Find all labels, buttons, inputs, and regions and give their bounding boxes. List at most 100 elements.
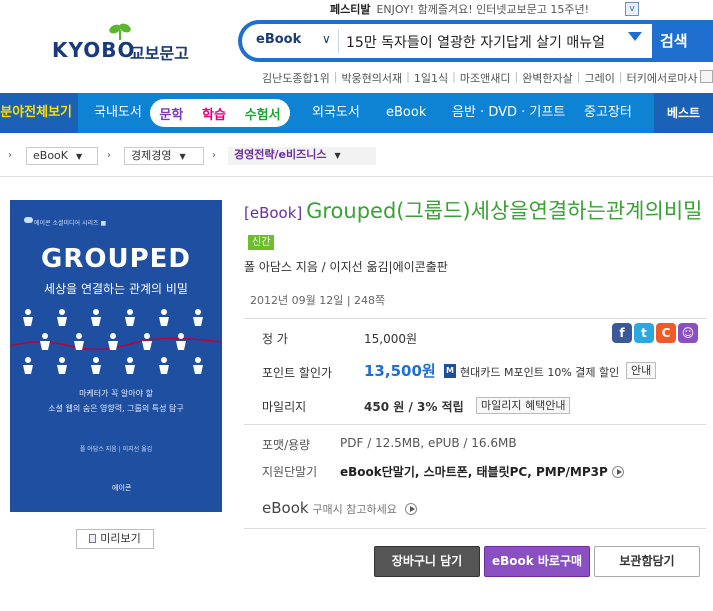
breadcrumb-economy[interactable]: 경제경영 ▼ (124, 147, 204, 165)
festival-label: 페스티발 (330, 3, 371, 16)
nav-bestseller[interactable]: 베스트 (654, 93, 713, 133)
keyword-separator: | (333, 70, 338, 83)
buy-now-button[interactable]: eBook 바로구매 (484, 546, 590, 577)
popular-keyword-link[interactable]: 완벽한자살 (522, 70, 573, 86)
book-title: Grouped(그룹드)세상을연결하는관계의비밀 (306, 199, 703, 223)
twitter-icon[interactable]: t (634, 323, 654, 343)
format-label: 포맷/용량 (262, 438, 311, 452)
search-bar: eBook ∨ 15만 독자들이 열광한 자기답게 살기 매뉴얼 검색 (238, 20, 713, 62)
search-input[interactable]: 15만 독자들이 열광한 자기답게 살기 매뉴얼 (346, 32, 605, 52)
breadcrumb: › eBooK ▼ › 경제경영 ▼ › 경영전략/e비즈니스 ▼ (0, 145, 713, 169)
book-title-block: [eBook] Grouped(그룹드)세상을연결하는관계의비밀신간 (244, 196, 704, 259)
divider (244, 528, 706, 529)
cover-subtitle: 세상을 연결하는 관계의 비밀 (44, 282, 188, 296)
person-figure-icon (57, 309, 67, 326)
new-badge: 신간 (248, 235, 275, 250)
breadcrumb-strategy[interactable]: 경영전략/e비즈니스 ▼ (228, 147, 376, 165)
popular-keyword-link[interactable]: 1일1식 (414, 70, 448, 86)
breadcrumb-ebook[interactable]: eBooK ▼ (26, 147, 98, 165)
keyword-separator: | (576, 70, 581, 83)
add-to-cart-button[interactable]: 장바구니 담기 (374, 546, 480, 577)
cover-publisher: 에이콘 (112, 484, 132, 492)
person-figure-icon (159, 357, 169, 374)
search-field[interactable]: eBook ∨ 15만 독자들이 열광한 자기답게 살기 매뉴얼 (242, 24, 652, 58)
device-label: 지원단말기 (262, 465, 318, 479)
person-figure-icon (91, 309, 101, 326)
preview-button[interactable]: 미리보기 (76, 529, 154, 549)
caret-down-icon: ▼ (76, 152, 83, 161)
person-figure-icon (23, 309, 33, 326)
nav-domestic-books[interactable]: 국내도서 (94, 93, 142, 133)
publish-date: 2012년 09월 12일 | 248쪽 (250, 294, 386, 307)
cover-tagline-2: 소셜 웹의 숨은 영향력, 그룹의 특성 탐구 (48, 404, 184, 413)
popular-keyword-link[interactable]: 그레이 (585, 70, 615, 86)
person-figure-icon (57, 357, 67, 374)
nav-exam-books[interactable]: 수험서 (245, 104, 281, 123)
nav-literature[interactable]: 문학 (159, 104, 183, 123)
cover-series: 에이콘 소셜미디어 시리즈 ■ (34, 220, 107, 227)
caret-down-icon: ▼ (334, 151, 341, 160)
dropdown-triangle-icon[interactable] (628, 32, 642, 41)
nav-used-market[interactable]: 중고장터 (584, 93, 632, 133)
add-to-wishlist-button[interactable]: 보관함담기 (594, 546, 700, 577)
nav-pill-group: 문학 학습 수험서 (150, 99, 290, 127)
logo-wordmark: KYOBO (52, 38, 136, 62)
person-figure-icon (142, 333, 152, 350)
nav-study[interactable]: 학습 (202, 104, 226, 123)
breadcrumb-arrow-icon: › (8, 150, 12, 161)
person-figure-icon (176, 333, 186, 350)
person-figure-icon (40, 333, 50, 350)
popular-keywords: 김난도종합1위 | 박웅현의서재 | 1일1식 | 마조앤새디 | 완벽한자살 | 그레이 | 터키에서… (262, 70, 697, 86)
popular-keyword-link[interactable]: 박웅현의서재 (341, 70, 402, 86)
ebook-notice-text: 구매시 참고하세요 (312, 503, 397, 516)
search-button[interactable]: 검색 (660, 30, 688, 51)
person-figure-icon (159, 309, 169, 326)
book-icon (89, 534, 97, 543)
festival-banner[interactable]: 페스티발 ENJOY! 함께즐겨요! 인터넷교보문고 15주년! (330, 0, 589, 18)
sale-price-label: 포인트 할인가 (262, 366, 333, 380)
facebook-icon[interactable]: f (612, 323, 632, 343)
card-info-button[interactable]: 안내 (626, 362, 657, 379)
breadcrumb-arrow-icon: › (212, 150, 216, 161)
person-figure-icon (125, 357, 135, 374)
cloud-icon (24, 217, 33, 223)
breadcrumb-label: 경제경영 (131, 149, 172, 162)
book-cover-image[interactable]: 에이콘 소셜미디어 시리즈 ■ GROUPED 세상을 연결하는 관계의 비밀 … (10, 200, 222, 512)
popular-keyword-link[interactable]: 마조앤새디 (460, 70, 511, 86)
play-circle-icon[interactable] (611, 466, 624, 478)
person-figure-icon (125, 309, 135, 326)
ebook-notice[interactable]: eBook 구매시 참고하세요 (262, 499, 417, 517)
card-discount-text: 현대카드 M포인트 10% 결제 할인 (460, 366, 620, 379)
person-figure-icon (193, 357, 203, 374)
mileage-info-button[interactable]: 마일리지 혜택안내 (476, 397, 571, 414)
cover-author: 폴 아담스 지음 | 이지선 옮김 (79, 446, 153, 453)
play-circle-icon[interactable] (404, 503, 417, 515)
chevron-down-icon[interactable]: ∨ (322, 32, 331, 46)
ebook-tag: [eBook] (244, 204, 303, 222)
mileage-value: 450 원 / 3% 적립 (364, 400, 464, 414)
search-divider (338, 29, 339, 53)
chevron-down-icon[interactable]: v (625, 2, 639, 16)
nav-music-dvd-gift[interactable]: 음반 · DVD · 기프트 (452, 93, 565, 133)
main-navigation: 분야전체보기 국내도서 문학 학습 수험서 외국도서 eBook 음반 · DV… (0, 93, 713, 133)
nav-foreign-books[interactable]: 외국도서 (312, 93, 360, 133)
nav-ebook[interactable]: eBook (386, 93, 426, 133)
people-network-illustration (10, 309, 222, 374)
keyword-separator: | (406, 70, 410, 83)
kyobo-logo[interactable]: KYOBO 교보문고 (52, 22, 192, 66)
card-logo-icon: M (444, 364, 456, 378)
cyworld-icon[interactable]: C (656, 323, 676, 343)
format-value: PDF / 12.5MB, ePUB / 16.6MB (340, 436, 517, 450)
divider (244, 424, 706, 425)
scroll-toggle-icon[interactable] (700, 70, 713, 83)
search-category-select[interactable]: eBook (256, 32, 301, 47)
person-figure-icon (91, 357, 101, 374)
me2day-icon[interactable]: ☺ (678, 323, 698, 343)
keyword-separator: | (514, 70, 519, 83)
person-figure-icon (74, 333, 84, 350)
book-authors[interactable]: 폴 아담스 지음 / 이지선 옮김|에이콘출판 (244, 258, 448, 275)
popular-keyword-link[interactable]: 터키에서로마사 (627, 70, 698, 86)
nav-all-categories[interactable]: 분야전체보기 (0, 93, 78, 133)
person-figure-icon (108, 333, 118, 350)
popular-keyword-link[interactable]: 김난도종합1위 (262, 70, 330, 86)
